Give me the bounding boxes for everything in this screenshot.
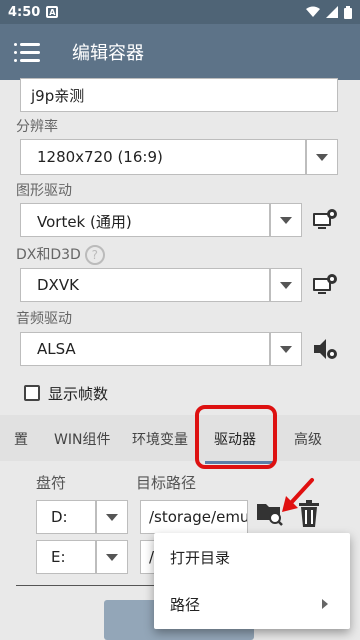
graphics-settings-icon[interactable] xyxy=(312,207,338,233)
tab-win-components[interactable]: WIN组件 xyxy=(54,429,110,449)
app-bar: 编辑容器 xyxy=(0,24,360,80)
resolution-dropdown-button[interactable] xyxy=(306,139,338,175)
menu-item-open-directory[interactable]: 打开目录 xyxy=(170,547,230,568)
battery-icon xyxy=(344,5,352,19)
drive-letter-dropdown-button[interactable] xyxy=(96,500,128,534)
status-time: 4:50 xyxy=(8,4,41,20)
dx-label: DX和D3D? xyxy=(16,244,105,265)
dx-settings-icon[interactable] xyxy=(312,272,338,298)
tab-bar: 置 WIN组件 环境变量 驱动器 高级 xyxy=(0,415,360,461)
tab-advanced[interactable]: 高级 xyxy=(294,429,322,449)
audio-driver-select[interactable]: ALSA xyxy=(20,332,270,366)
dx-dropdown-button[interactable] xyxy=(270,268,302,302)
tab-env-vars[interactable]: 环境变量 xyxy=(132,429,188,449)
signal-icon xyxy=(326,6,338,18)
page-title: 编辑容器 xyxy=(72,43,144,64)
resolution-select[interactable]: 1280x720 (16:9) xyxy=(20,139,306,175)
wifi-icon xyxy=(306,6,320,17)
menu-item-path[interactable]: 路径 xyxy=(170,594,200,615)
dx-select[interactable]: DXVK xyxy=(20,268,270,302)
highlight-box xyxy=(195,405,277,469)
drive-letter-dropdown-button[interactable] xyxy=(96,540,128,574)
status-bar: 4:50 A xyxy=(0,0,360,24)
popup-menu: 打开目录 路径 xyxy=(154,533,350,629)
drive-letter-select[interactable]: D: xyxy=(36,500,96,534)
menu-icon[interactable] xyxy=(14,42,40,62)
graphics-driver-dropdown-button[interactable] xyxy=(270,203,302,237)
notification-icon: A xyxy=(46,6,59,18)
arrow-pointer-icon xyxy=(282,478,314,512)
resolution-label: 分辨率 xyxy=(16,119,58,135)
show-fps-checkbox[interactable] xyxy=(24,385,40,401)
target-path-input[interactable]: /storage/emulated xyxy=(140,500,248,534)
audio-driver-label: 音频驱动 xyxy=(16,311,72,327)
drive-letter-select[interactable]: E: xyxy=(36,540,96,574)
tab-general[interactable]: 置 xyxy=(14,429,28,449)
graphics-driver-select[interactable]: Vortek (通用) xyxy=(20,203,270,237)
drive-letter-header: 盘符 xyxy=(36,474,67,492)
help-icon[interactable]: ? xyxy=(84,245,105,265)
container-name-input[interactable]: j9p亲测 xyxy=(20,78,338,112)
audio-settings-icon[interactable] xyxy=(312,336,338,362)
submenu-arrow-icon xyxy=(322,599,328,609)
show-fps-label: 显示帧数 xyxy=(48,385,109,403)
audio-driver-dropdown-button[interactable] xyxy=(270,332,302,366)
target-path-header: 目标路径 xyxy=(136,474,197,492)
main-content: j9p亲测 分辨率 1280x720 (16:9) 图形驱动 Vortek (通… xyxy=(0,78,360,640)
graphics-driver-label: 图形驱动 xyxy=(16,183,72,199)
